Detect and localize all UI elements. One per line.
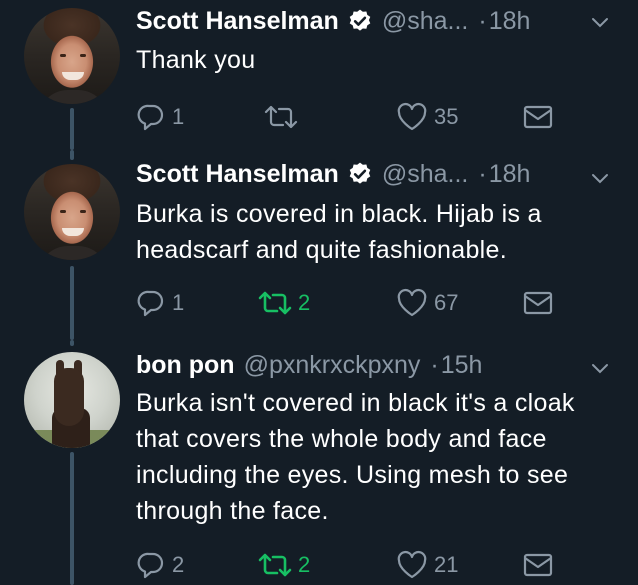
tweet-header: Scott Hanselman @sha... · 18h — [136, 156, 530, 192]
tweet[interactable]: Scott Hanselman @sha... · 18h Burka is c… — [0, 150, 638, 340]
tweet[interactable]: bon pon @pxnkrxckpxny · 15h Burka isn't … — [0, 340, 638, 585]
reply-count: 2 — [172, 552, 185, 577]
like-button[interactable]: 67 — [396, 286, 458, 320]
direct-message-button[interactable] — [522, 548, 554, 582]
tweet-header: bon pon @pxnkrxckpxny · 15h — [136, 347, 482, 383]
like-count: 35 — [434, 104, 459, 129]
tweet-actions: 1 35 — [136, 100, 576, 134]
chevron-down-icon[interactable] — [588, 166, 612, 190]
verified-badge-icon — [347, 161, 373, 187]
separator: · — [478, 159, 487, 188]
author-name[interactable]: bon pon — [136, 351, 235, 380]
author-handle[interactable]: @sha... — [382, 160, 469, 189]
retweet-count: 2 — [298, 290, 311, 315]
reply-button[interactable]: 1 — [136, 286, 184, 320]
tweet[interactable]: Scott Hanselman @sha... · 18h Thank you … — [0, 0, 638, 150]
reply-icon — [137, 104, 164, 131]
chevron-down-icon[interactable] — [588, 356, 612, 380]
separator: · — [478, 6, 487, 35]
like-count: 67 — [434, 290, 459, 315]
thread-line — [70, 150, 74, 160]
verified-badge-icon — [347, 8, 373, 34]
tweet-actions: 1 2 67 — [136, 286, 576, 320]
like-button[interactable]: 21 — [396, 548, 458, 582]
separator: · — [430, 350, 439, 379]
tweet-actions: 2 2 21 — [136, 548, 576, 582]
reply-button[interactable]: 1 — [136, 100, 184, 134]
direct-message-icon — [523, 105, 553, 129]
timestamp[interactable]: 18h — [489, 160, 531, 189]
direct-message-button[interactable] — [522, 100, 554, 134]
retweet-icon — [258, 553, 292, 577]
author-handle[interactable]: @sha... — [382, 7, 469, 36]
author-handle[interactable]: @pxnkrxckpxny — [244, 351, 421, 380]
thread-line — [70, 340, 74, 346]
tweet-text: Burka is covered in black. Hijab is a he… — [136, 200, 542, 264]
timestamp[interactable]: 18h — [489, 7, 531, 36]
retweet-icon — [264, 105, 298, 129]
reply-button[interactable]: 2 — [136, 548, 184, 582]
direct-message-icon — [523, 291, 553, 315]
thread-line — [70, 266, 74, 340]
like-icon — [397, 288, 427, 317]
retweet-button[interactable]: 2 — [258, 286, 310, 320]
chevron-down-icon[interactable] — [588, 10, 612, 34]
reply-count: 1 — [172, 290, 185, 315]
direct-message-icon — [523, 553, 553, 577]
like-count: 21 — [434, 552, 459, 577]
reply-count: 1 — [172, 104, 185, 129]
reply-icon — [137, 552, 164, 579]
retweet-button[interactable]: 2 — [258, 548, 310, 582]
direct-message-button[interactable] — [522, 286, 554, 320]
author-name[interactable]: Scott Hanselman — [136, 160, 339, 189]
like-icon — [397, 102, 427, 131]
tweet-header: Scott Hanselman @sha... · 18h — [136, 3, 530, 39]
timestamp[interactable]: 15h — [441, 351, 483, 380]
avatar[interactable] — [24, 8, 120, 104]
tweet-text: Thank you — [136, 46, 256, 74]
reply-icon — [137, 290, 164, 317]
avatar[interactable] — [24, 164, 120, 260]
tweet-text: Burka isn't covered in black it's a cloa… — [136, 389, 575, 525]
retweet-button[interactable] — [264, 100, 304, 134]
avatar[interactable] — [24, 352, 120, 448]
retweet-count: 2 — [298, 552, 311, 577]
thread-line — [70, 108, 74, 150]
author-name[interactable]: Scott Hanselman — [136, 7, 339, 36]
like-button[interactable]: 35 — [396, 100, 458, 134]
retweet-icon — [258, 291, 292, 315]
thread-line — [70, 452, 74, 585]
like-icon — [397, 550, 427, 579]
